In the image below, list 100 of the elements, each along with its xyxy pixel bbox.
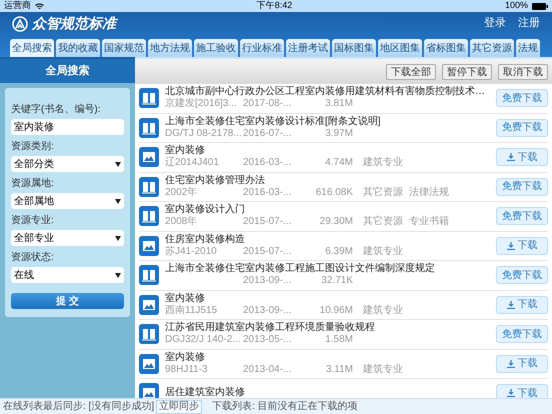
document-code: DG/TJ 08-2178...	[165, 128, 242, 139]
category-tag: 建筑专业	[363, 157, 403, 170]
category-tag: 专业书籍	[409, 216, 449, 228]
image-icon	[139, 383, 159, 398]
result-title: 室内装修	[165, 145, 206, 156]
result-row[interactable]: 北京城市副中心行政办公区工程室内装修用建筑材料有害物质控制技术… 京建发[2016]3... 2017-08-... 3.81M 免费下载	[139, 84, 548, 114]
dropdown-select[interactable]: 全部专业	[11, 230, 124, 246]
file-size: 4.74M	[324, 157, 353, 170]
free-download-button[interactable]: 免费下载	[496, 178, 548, 196]
document-code: DGJ32/J 140-2...	[165, 334, 241, 346]
document-date: 2013-09-...	[243, 304, 292, 317]
document-date: 2013-04-...	[243, 364, 292, 376]
nav-tab[interactable]: 施工验收	[194, 39, 238, 57]
book-icon	[139, 118, 159, 138]
category-tag: 建筑专业	[363, 304, 403, 317]
keyword-field[interactable]: 室内装修	[11, 119, 124, 135]
category-tag: 法律法规	[409, 186, 449, 199]
file-size: 3.11M	[324, 364, 353, 376]
nav-tab[interactable]: 国家规范	[102, 39, 146, 57]
book-icon	[139, 265, 159, 286]
free-download-button[interactable]: 免费下载	[496, 89, 548, 108]
result-title: 室内装修	[165, 292, 206, 304]
header-link[interactable]: 注册	[518, 15, 540, 32]
nav-tab[interactable]: 省标图集	[424, 39, 468, 57]
category-tag: 建筑专业	[363, 364, 403, 376]
book-icon	[139, 324, 159, 344]
free-download-button[interactable]: 免费下载	[496, 325, 548, 344]
result-row[interactable]: 上海市全装修住宅室内装修设计标准[附条文说明] DG/TJ 08-2178...2016-07-... 3.97M 免费下载	[139, 114, 548, 143]
document-date: 2016-03-...	[243, 157, 292, 170]
sync-now-button[interactable]: 立即同步	[156, 400, 202, 414]
result-row[interactable]: 室内装修设计入门 2008年 2015-07-... 29.30M 其它资源 专业书籍 免费下载	[139, 202, 548, 232]
sync-status: 在线列表最后同步: [没有同步成功]	[3, 400, 154, 414]
nav-tab[interactable]: 其它资源	[470, 39, 514, 57]
toolbar-button[interactable]: 暂停下载	[442, 64, 492, 80]
field-label: 资源状态:	[11, 250, 55, 265]
result-row[interactable]: 上海市全装修住宅室内装修工程施工图设计文件编制深度规定 2013-09-... 32.71K 免费下载	[139, 261, 548, 290]
dropdown-select[interactable]: 全部分类	[11, 156, 124, 172]
carrier-label: 运营商	[4, 0, 31, 12]
dropdown-arrow-icon	[115, 272, 121, 278]
toolbar-button[interactable]: 下载全部	[386, 64, 436, 80]
document-date: 2013-09-...	[243, 275, 292, 288]
nav-tab[interactable]: 国标图集	[332, 39, 376, 57]
document-code: 辽2014J401	[165, 157, 219, 168]
nav-tab[interactable]: 地区图集	[378, 39, 422, 57]
file-size: 6.39M	[324, 246, 353, 258]
nav-tab[interactable]: 行业标准	[240, 39, 284, 57]
dropdown-arrow-icon	[115, 162, 121, 166]
nav-tab[interactable]: 全局搜索	[10, 39, 54, 57]
download-button[interactable]: 下载	[496, 236, 548, 255]
image-icon	[139, 236, 159, 256]
download-button[interactable]: 下载	[496, 148, 548, 166]
file-size: 32.71K	[320, 275, 353, 288]
result-title: 江苏省民用建筑室内装修工程环境质量验收规程	[165, 322, 376, 334]
result-title: 上海市全装修住宅室内装修工程施工图设计文件编制深度规定	[165, 263, 436, 276]
toolbar-button[interactable]: 取消下载	[498, 64, 548, 80]
dropdown-arrow-icon	[115, 198, 121, 204]
document-date: 2015-07-...	[243, 216, 292, 228]
free-download-button[interactable]: 免费下载	[496, 266, 548, 284]
nav-tab[interactable]: 注册考试	[286, 39, 330, 57]
document-code: 京建发[2016]3...	[165, 98, 237, 110]
image-icon	[139, 294, 159, 315]
result-row[interactable]: 江苏省民用建筑室内装修工程环境质量验收规程 DGJ32/J 140-2... 2013-05-... 1.58M 免费下载	[139, 320, 548, 350]
clock-time: 下午8:42	[256, 0, 292, 12]
result-row[interactable]: 室内装修 西南11J515 2013-09-... 10.96M 建筑专业 下载	[139, 290, 548, 320]
result-title: 室内装修	[165, 352, 206, 364]
nav-tab[interactable]: 我的收藏	[56, 39, 100, 57]
dropdown-arrow-icon	[115, 236, 121, 240]
download-button[interactable]: 下载	[496, 296, 548, 314]
result-title: 室内装修设计入门	[165, 204, 246, 216]
download-button[interactable]: 下载	[496, 354, 548, 373]
battery-percent: 100%	[504, 0, 528, 12]
dropdown-select[interactable]: 全部属地	[11, 193, 124, 209]
download-status: 下载列表: 目前没有正在下载的项	[212, 400, 358, 414]
file-size: 3.97M	[324, 128, 353, 140]
file-size: 29.30M	[318, 216, 353, 228]
nav-tab[interactable]: 法规	[516, 39, 540, 57]
document-code: 98HJ11-3	[165, 364, 208, 375]
download-icon	[506, 242, 514, 250]
nav-tab[interactable]: 地方法规	[148, 39, 192, 57]
category-tag: 其它资源	[363, 216, 403, 228]
book-icon	[139, 88, 159, 108]
document-date: 2017-08-...	[243, 98, 292, 110]
category-tag: 其它资源	[363, 186, 403, 199]
free-download-button[interactable]: 免费下载	[496, 118, 548, 137]
image-icon	[139, 147, 159, 168]
result-row[interactable]: 住房室内装修构造 苏J41-2010 2015-07-... 6.39M 建筑专业 下载	[139, 232, 548, 261]
document-code: 西南11J515	[165, 304, 218, 316]
result-row[interactable]: 室内装修 98HJ11-3 2013-04-... 3.11M 建筑专业 下载	[139, 350, 548, 379]
download-button[interactable]: 下载	[496, 384, 548, 398]
dropdown-select[interactable]: 在线	[11, 267, 124, 283]
free-download-button[interactable]: 免费下载	[496, 207, 548, 226]
submit-button[interactable]: 提 交	[11, 293, 124, 309]
document-code: 2008年	[165, 216, 198, 228]
document-date: 2015-07-...	[243, 246, 292, 258]
download-icon	[506, 300, 514, 309]
result-row[interactable]: 住宅室内装修管理办法 2002年 2016-03-... 616.08K 其它资源 法律法规 免费下载	[139, 172, 548, 202]
book-icon	[139, 176, 159, 197]
header-link[interactable]: 登录	[484, 15, 506, 32]
result-title: 住房室内装修构造	[165, 234, 246, 246]
result-row[interactable]: 室内装修 辽2014J401 2016-03-... 4.74M 建筑专业 下载	[139, 143, 548, 172]
